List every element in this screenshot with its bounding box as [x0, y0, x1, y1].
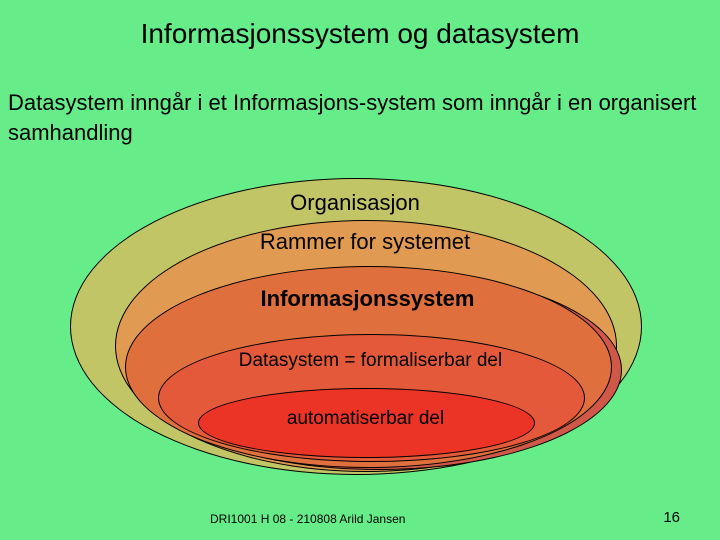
page-number: 16 — [663, 509, 680, 526]
page-title: Informasjonssystem og datasystem — [0, 18, 720, 50]
label-rammer: Rammer for systemet — [115, 229, 615, 255]
label-automatiserbar: automatiserbar del — [198, 408, 533, 430]
label-informasjonssystem: Informasjonssystem — [125, 286, 610, 312]
label-organisasjon: Organisasjon — [70, 190, 640, 216]
label-datasystem: Datasystem = formaliserbar del — [158, 350, 583, 372]
footer-text: DRI1001 H 08 - 210808 Arild Jansen — [210, 512, 405, 526]
page-subtitle: Datasystem inngår i et Informasjons-syst… — [8, 88, 700, 147]
